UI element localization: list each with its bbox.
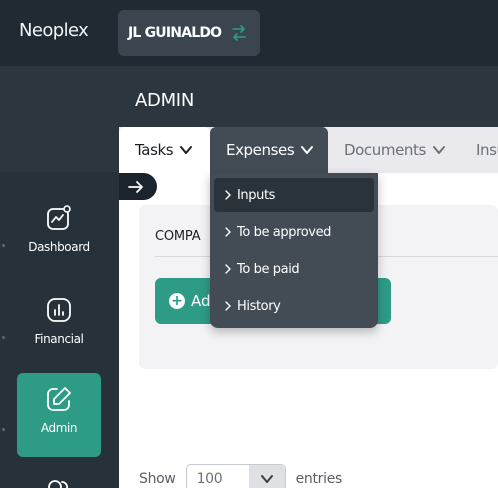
chevron-right-icon: [225, 264, 231, 274]
menu-item-label: To be paid: [237, 261, 300, 277]
expenses-dropdown-menu: Inputs To be approved To be paid History: [210, 173, 378, 328]
nav-indicator-dot: [2, 336, 5, 339]
tab-documents[interactable]: Documents: [344, 127, 446, 173]
tab-bar: Tasks Expenses Documents Insu: [119, 127, 498, 173]
tab-label: Expenses: [226, 141, 295, 159]
nav-indicator-dot: [2, 428, 5, 431]
page-size-select[interactable]: 100: [185, 464, 286, 488]
nav-indicator-dot: [2, 244, 5, 247]
tab-insurance[interactable]: Insu: [476, 127, 498, 173]
sidebar: Dashboard Financial Admin: [0, 66, 119, 488]
page-title: ADMIN: [135, 90, 194, 111]
chevron-down-icon: [432, 146, 445, 154]
sidebar-item-label: Admin: [40, 421, 78, 435]
select-arrow: [248, 465, 285, 488]
sidebar-item-financial[interactable]: Financial: [17, 284, 101, 368]
dashboard-icon: [47, 205, 71, 230]
page-header: ADMIN: [119, 66, 498, 127]
chevron-right-icon: [225, 227, 231, 237]
sidebar-toggle-button[interactable]: [119, 173, 157, 200]
tab-expenses[interactable]: Expenses: [210, 127, 328, 173]
menu-item-history[interactable]: History: [214, 289, 374, 323]
page-size-value: 100: [196, 471, 223, 487]
sidebar-header: [0, 66, 119, 172]
menu-item-label: To be approved: [237, 224, 332, 240]
menu-item-to-be-approved[interactable]: To be approved: [214, 215, 374, 249]
sidebar-item-label: Financial: [34, 332, 84, 346]
chevron-down-icon: [180, 146, 193, 154]
menu-item-inputs[interactable]: Inputs: [214, 178, 374, 212]
entries-control: Show 100 entries: [139, 464, 342, 488]
sidebar-item-label: Dashboard: [28, 240, 90, 254]
chevron-down-icon: [260, 475, 273, 483]
add-button-label: Ad: [191, 292, 211, 310]
menu-item-label: History: [237, 298, 281, 314]
chevron-right-icon: [225, 301, 231, 311]
sidebar-item-dashboard[interactable]: Dashboard: [17, 192, 101, 276]
plus-icon: +: [169, 293, 185, 309]
brand-logo[interactable]: Neoplex: [19, 20, 89, 41]
arrow-right-icon: [128, 180, 143, 193]
tab-label: Documents: [344, 141, 426, 159]
company-switcher[interactable]: JL GUINALDO: [118, 10, 260, 56]
edit-icon: [47, 387, 71, 411]
menu-item-label: Inputs: [237, 187, 276, 203]
company-name: JL GUINALDO: [128, 25, 222, 41]
chevron-down-icon: [301, 146, 314, 154]
financial-chart-icon: [47, 298, 71, 322]
entries-label: entries: [295, 471, 343, 487]
users-icon[interactable]: [46, 476, 72, 488]
tab-label: Insu: [476, 141, 498, 159]
top-bar: Neoplex JL GUINALDO: [0, 0, 498, 66]
sidebar-item-admin[interactable]: Admin: [17, 373, 101, 457]
show-label: Show: [139, 471, 176, 487]
swap-arrows-icon: [232, 25, 247, 41]
tab-label: Tasks: [135, 141, 174, 159]
menu-item-to-be-paid[interactable]: To be paid: [214, 252, 374, 286]
tab-tasks[interactable]: Tasks: [119, 127, 210, 173]
company-label: COMPA: [155, 229, 201, 244]
chevron-right-icon: [225, 190, 231, 200]
